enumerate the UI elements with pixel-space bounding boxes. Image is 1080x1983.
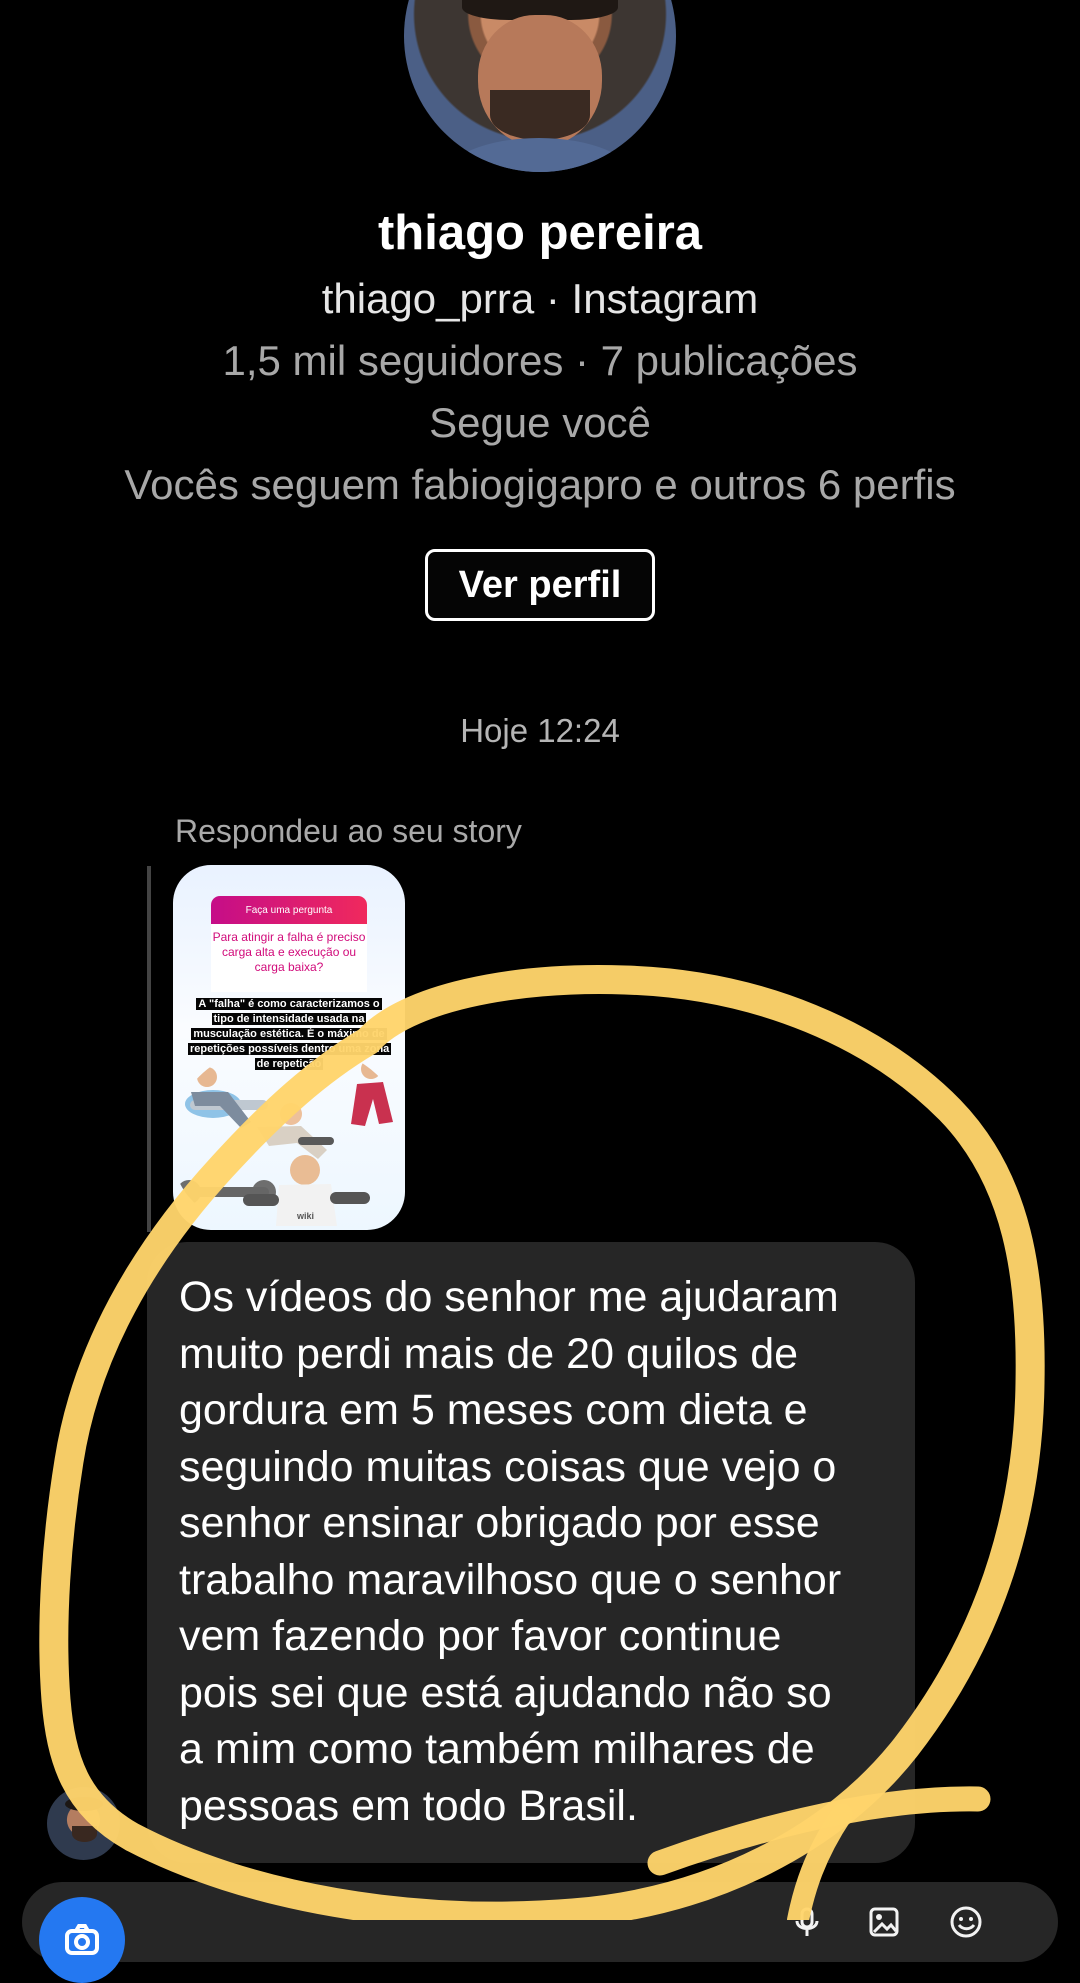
message-composer[interactable] bbox=[22, 1882, 1058, 1983]
mutual-followers: Vocês seguem fabiogigapro e outros 6 per… bbox=[124, 461, 956, 508]
camera-icon bbox=[65, 1924, 99, 1955]
gallery-icon[interactable] bbox=[866, 1904, 902, 1940]
message-bubble[interactable]: Os vídeos do senhor me ajudaram muito pe… bbox=[147, 1242, 915, 1863]
story-question-banner: Faça uma pergunta bbox=[211, 896, 367, 924]
sender-avatar-beard bbox=[72, 1826, 97, 1842]
story-watermark: wiki bbox=[297, 1211, 315, 1221]
camera-button[interactable] bbox=[39, 1897, 125, 1983]
avatar-beard bbox=[490, 90, 590, 140]
follow-status: Segue você bbox=[429, 399, 651, 446]
message-text: Os vídeos do senhor me ajudaram muito pe… bbox=[179, 1273, 842, 1830]
avatar-shirt bbox=[444, 138, 634, 172]
sticker-icon[interactable] bbox=[948, 1904, 984, 1940]
profile-username-source: thiago_prra · Instagram bbox=[321, 275, 759, 322]
story-reply-label: Respondeu ao seu story bbox=[175, 813, 522, 849]
exercise-illustration bbox=[177, 1059, 393, 1226]
profile-name: thiago pereira bbox=[377, 206, 703, 260]
profile-avatar[interactable] bbox=[404, 0, 676, 172]
sender-avatar-hair bbox=[65, 1797, 103, 1811]
message-timestamp: Hoje 12:24 bbox=[460, 712, 620, 749]
story-question: Para atingir a falha é preciso carga alt… bbox=[211, 924, 367, 992]
story-preview[interactable]: Faça uma pergunta Para atingir a falha é… bbox=[173, 865, 405, 1230]
profile-stats: 1,5 mil seguidores · 7 publicações bbox=[222, 337, 858, 384]
story-reply-line bbox=[147, 866, 151, 1232]
view-profile-button[interactable]: Ver perfil bbox=[425, 549, 655, 621]
microphone-icon[interactable] bbox=[789, 1904, 825, 1940]
sender-avatar[interactable] bbox=[47, 1787, 120, 1860]
